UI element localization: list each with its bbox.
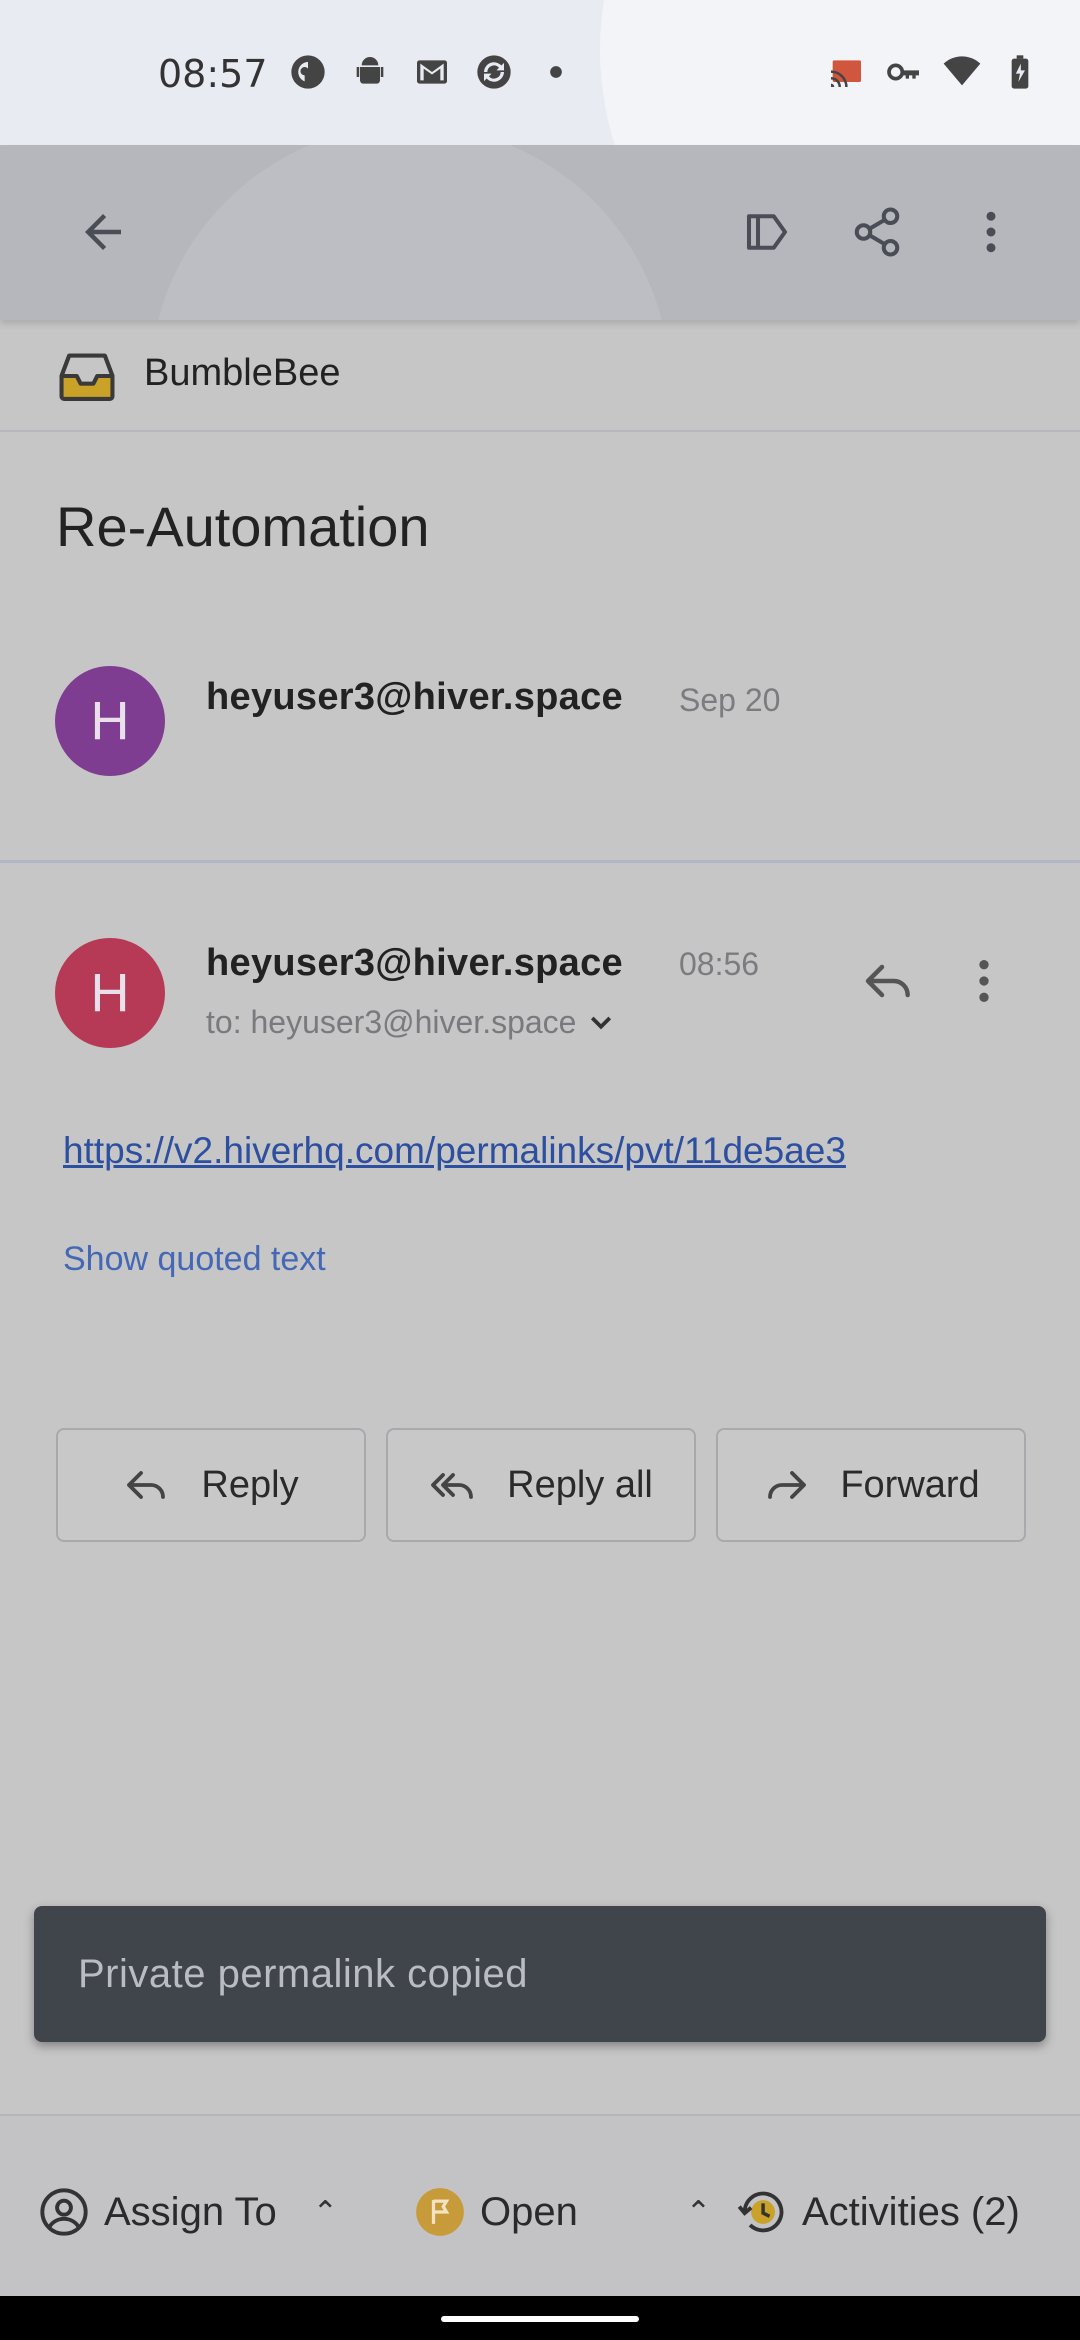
avatar: H: [55, 666, 165, 776]
forward-button-label: Forward: [840, 1463, 980, 1506]
inbox-name: BumbleBee: [144, 352, 341, 394]
snackbar-message: Private permalink copied: [78, 1952, 528, 1996]
more-vert-icon: [979, 960, 989, 1002]
account-circle-icon: [40, 2188, 88, 2236]
reply-all-button-label: Reply all: [507, 1463, 653, 1506]
reply-button[interactable]: Reply: [56, 1428, 366, 1542]
pocket-casts-icon: [288, 52, 328, 92]
status-button[interactable]: Open ⌃: [414, 2186, 711, 2238]
message-date: Sep 20: [679, 682, 781, 718]
status-system-icons: [826, 52, 1040, 92]
forward-button[interactable]: Forward: [716, 1428, 1026, 1542]
share-button[interactable]: [832, 187, 922, 277]
gmail-icon: [412, 52, 452, 92]
sender-email: heyuser3@hiver.space: [206, 942, 623, 984]
more-vert-icon: [986, 211, 996, 253]
vpn-key-icon: [884, 52, 924, 92]
toolbar-background-shape: [150, 145, 670, 320]
home-gesture-handle[interactable]: [441, 2316, 639, 2322]
reply-message-button[interactable]: [854, 946, 924, 1016]
forward-icon: [768, 1471, 807, 1499]
more-options-button[interactable]: [946, 187, 1036, 277]
reply-all-button[interactable]: Reply all: [386, 1428, 696, 1542]
snackbar: Private permalink copied: [34, 1906, 1046, 2042]
share-icon: [854, 207, 900, 257]
android-icon: [350, 52, 390, 92]
message-more-button[interactable]: [949, 946, 1019, 1016]
thread-subject: Re-Automation: [56, 495, 430, 558]
app-toolbar: [0, 145, 1080, 320]
chevron-up-icon: ⌃: [685, 2195, 711, 2229]
assign-to-label: Assign To: [104, 2189, 277, 2234]
status-notification-icons: [288, 52, 576, 92]
back-button[interactable]: [58, 187, 148, 277]
message-divider: [0, 860, 1080, 863]
recipients-text: to: heyuser3@hiver.space: [206, 1004, 577, 1040]
inbox-row[interactable]: BumbleBee: [0, 320, 1080, 432]
dot-icon: [536, 52, 576, 92]
chevron-up-icon: ⌃: [312, 2195, 338, 2229]
cast-icon: [826, 52, 866, 92]
system-navigation-bar: [0, 2296, 1080, 2340]
reply-all-icon: [431, 1473, 474, 1499]
back-arrow-icon: [85, 214, 121, 250]
avatar: H: [55, 938, 165, 1048]
history-icon: [737, 2191, 784, 2233]
bottom-action-bar: Assign To ⌃ Open ⌃ Activities (2): [0, 2114, 1080, 2296]
message-body-link[interactable]: https://v2.hiverhq.com/permalinks/pvt/11…: [63, 1130, 846, 1172]
wifi-icon: [942, 52, 982, 92]
show-quoted-text-link[interactable]: Show quoted text: [63, 1240, 326, 1279]
inbox-tray-icon: [59, 353, 115, 401]
chevron-down-icon: [591, 1016, 612, 1029]
flag-status-icon: [416, 2188, 464, 2236]
assign-to-button[interactable]: Assign To ⌃: [38, 2186, 338, 2238]
reply-button-label: Reply: [201, 1463, 299, 1506]
message-time: 08:56: [679, 946, 760, 982]
recipients-toggle[interactable]: to: heyuser3@hiver.space: [206, 1004, 616, 1041]
reply-icon: [865, 964, 910, 998]
sync-app-icon: [474, 52, 514, 92]
reply-icon: [127, 1471, 166, 1499]
label-icon: [746, 214, 788, 250]
status-time: 08:57: [158, 52, 268, 96]
sender-email: heyuser3@hiver.space: [206, 676, 623, 718]
activities-button[interactable]: Activities (2): [736, 2186, 1020, 2238]
label-button[interactable]: [722, 187, 812, 277]
status-bar: 08:57: [0, 0, 1080, 145]
activities-label: Activities (2): [802, 2189, 1020, 2234]
battery-charging-icon: [1000, 52, 1040, 92]
status-label: Open: [480, 2189, 578, 2234]
